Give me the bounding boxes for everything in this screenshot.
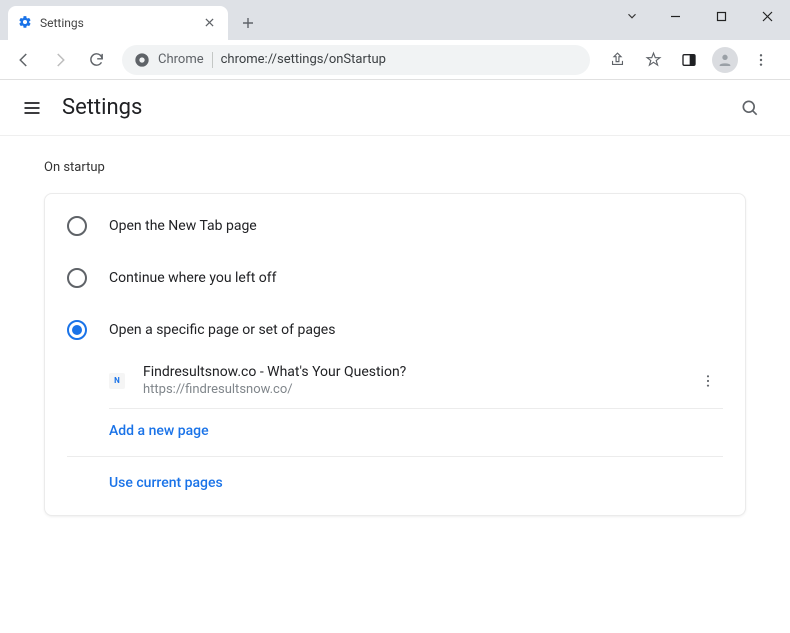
page-text: Findresultsnow.co - What's Your Question… [143,364,693,397]
use-current-row[interactable]: Use current pages [45,457,745,509]
settings-header: Settings [0,80,790,136]
option-label: Continue where you left off [109,270,277,286]
url-scheme-label: Chrome [158,52,204,67]
close-window-button[interactable] [744,0,790,32]
browser-toolbar: Chrome chrome://settings/onStartup [0,40,790,80]
search-icon[interactable] [730,88,770,128]
new-tab-button[interactable] [234,9,262,37]
startup-page-row: N Findresultsnow.co - What's Your Questi… [45,356,745,405]
bookmark-star-icon[interactable] [636,44,670,76]
settings-content: On startup Open the New Tab page Continu… [0,136,790,516]
forward-button[interactable] [44,44,76,76]
page-title: Settings [62,95,730,120]
add-page-link[interactable]: Add a new page [109,423,209,439]
add-page-row[interactable]: Add a new page [45,405,745,457]
section-title: On startup [44,160,105,175]
url-separator [212,52,213,68]
radio-icon[interactable] [67,216,87,236]
share-icon[interactable] [600,44,634,76]
option-new-tab[interactable]: Open the New Tab page [45,200,745,252]
close-tab-icon[interactable] [201,13,218,34]
radio-icon[interactable] [67,320,87,340]
tab-title: Settings [40,16,201,30]
on-startup-card: Open the New Tab page Continue where you… [44,193,746,516]
option-continue[interactable]: Continue where you left off [45,252,745,304]
page-row-url: https://findresultsnow.co/ [143,382,693,397]
url-text: chrome://settings/onStartup [221,52,386,67]
chevron-down-icon[interactable] [612,9,652,23]
page-row-title: Findresultsnow.co - What's Your Question… [143,364,693,380]
address-bar[interactable]: Chrome chrome://settings/onStartup [122,45,590,75]
menu-icon[interactable] [20,96,44,120]
reload-button[interactable] [80,44,112,76]
browser-menu-icon[interactable] [744,44,778,76]
option-specific-pages[interactable]: Open a specific page or set of pages [45,304,745,356]
browser-tab[interactable]: Settings [8,6,228,40]
toolbar-right-icons [600,44,782,76]
side-panel-icon[interactable] [672,44,706,76]
site-info-icon[interactable] [134,52,150,68]
minimize-button[interactable] [652,0,698,32]
radio-icon[interactable] [67,268,87,288]
use-current-link[interactable]: Use current pages [109,475,223,491]
window-controls [612,0,790,32]
page-favicon: N [109,373,125,389]
profile-avatar[interactable] [708,44,742,76]
option-label: Open the New Tab page [109,218,257,234]
back-button[interactable] [8,44,40,76]
maximize-button[interactable] [698,0,744,32]
page-more-icon[interactable] [693,373,723,389]
window-titlebar: Settings [0,0,790,40]
gear-icon [18,14,32,33]
option-label: Open a specific page or set of pages [109,322,335,338]
